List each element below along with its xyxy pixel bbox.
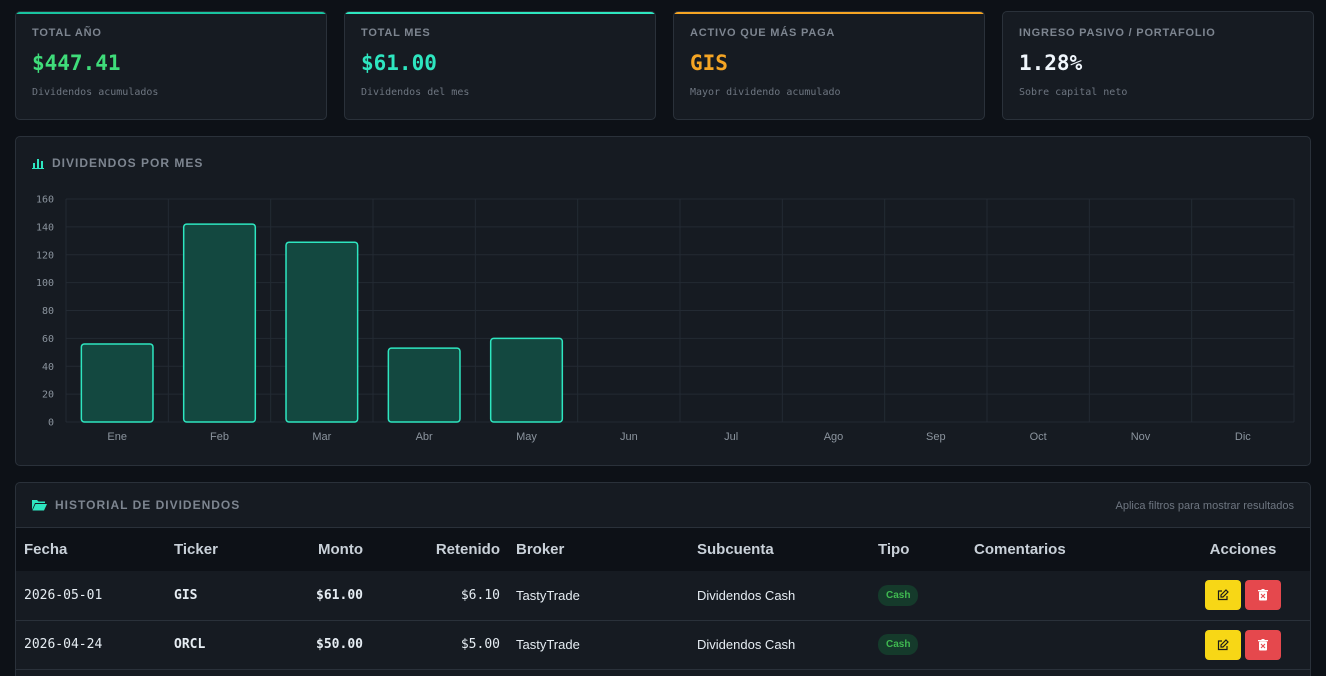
card-label: TOTAL AÑO bbox=[32, 27, 102, 39]
column-header-tipo[interactable]: Tipo bbox=[870, 528, 966, 571]
cell-comentarios bbox=[966, 620, 1176, 669]
y-tick-label: 140 bbox=[36, 222, 54, 233]
x-tick-label: Jul bbox=[724, 431, 738, 443]
card-subtitle: Sobre capital neto bbox=[1019, 87, 1128, 98]
cell-acciones bbox=[1176, 571, 1310, 620]
card-value: GIS bbox=[690, 51, 728, 75]
delete-button[interactable] bbox=[1245, 629, 1281, 660]
edit-button[interactable] bbox=[1205, 580, 1241, 611]
folder-open-icon bbox=[32, 500, 47, 511]
edit-icon bbox=[1217, 638, 1229, 650]
cell-ticker: ORCL bbox=[174, 637, 206, 652]
type-badge: Cash bbox=[878, 634, 919, 655]
table-row: 2026-05-01 GIS $61.00 $6.10 TastyTrade D… bbox=[16, 571, 1310, 620]
x-tick-label: Oct bbox=[1030, 431, 1047, 443]
cell-tipo: Cash bbox=[870, 571, 966, 620]
cell-tipo: Cash bbox=[870, 620, 966, 669]
cell-comentarios bbox=[966, 571, 1176, 620]
cell-subcuenta: Dividendos Cash bbox=[697, 637, 796, 652]
trash-icon bbox=[1258, 638, 1268, 650]
cell-retenido: $6.10 bbox=[460, 587, 500, 603]
column-header-broker[interactable]: Broker bbox=[508, 528, 689, 571]
delete-button[interactable] bbox=[1245, 580, 1281, 611]
cell-ticker: GIS bbox=[174, 587, 198, 603]
y-tick-label: 80 bbox=[42, 306, 54, 317]
filter-hint: Aplica filtros para mostrar resultados bbox=[1115, 500, 1294, 512]
bar bbox=[80, 343, 154, 423]
column-header-acciones: Acciones bbox=[1209, 541, 1277, 558]
x-tick-label: Jun bbox=[620, 431, 638, 443]
x-tick-label: Ago bbox=[824, 431, 844, 443]
cell-retenido: $5.00 bbox=[460, 637, 500, 652]
column-header-ticker[interactable]: Ticker bbox=[166, 528, 266, 571]
y-tick-label: 40 bbox=[42, 362, 54, 373]
x-tick-label: Nov bbox=[1131, 431, 1151, 443]
bar bbox=[387, 347, 461, 423]
chart-title: DIVIDENDOS POR MES bbox=[32, 156, 203, 170]
card-top-asset: ACTIVO QUE MÁS PAGA GIS Mayor dividendo … bbox=[673, 11, 985, 120]
card-subtitle: Dividendos acumulados bbox=[32, 87, 159, 98]
cell-acciones bbox=[1176, 620, 1310, 669]
column-header-fecha[interactable]: Fecha bbox=[16, 528, 166, 571]
card-label: TOTAL MES bbox=[361, 27, 431, 39]
column-header-monto[interactable]: Monto bbox=[266, 528, 371, 571]
x-tick-label: Mar bbox=[312, 431, 331, 443]
kpi-cards: TOTAL AÑO $447.41 Dividendos acumulados … bbox=[15, 11, 1314, 120]
card-passive-income: INGRESO PASIVO / PORTAFOLIO 1.28% Sobre … bbox=[1002, 11, 1314, 120]
table-row: 2026-04-24 ORCL $50.00 $5.00 TastyTrade … bbox=[16, 620, 1310, 669]
x-tick-label: Dic bbox=[1235, 431, 1251, 443]
card-accent-line bbox=[16, 12, 326, 14]
y-tick-label: 160 bbox=[36, 195, 54, 206]
bar bbox=[489, 337, 564, 423]
cell-monto: $61.00 bbox=[316, 587, 363, 603]
cell-broker: TastyTrade bbox=[516, 587, 580, 603]
y-tick-label: 120 bbox=[36, 250, 54, 261]
card-total-year: TOTAL AÑO $447.41 Dividendos acumulados bbox=[15, 11, 327, 120]
column-header-subcuenta[interactable]: Subcuenta bbox=[689, 528, 870, 571]
edit-button[interactable] bbox=[1205, 629, 1241, 660]
x-tick-label: Abr bbox=[416, 431, 433, 443]
y-tick-label: 0 bbox=[48, 418, 54, 429]
card-subtitle: Mayor dividendo acumulado bbox=[690, 87, 841, 98]
card-total-month: TOTAL MES $61.00 Dividendos del mes bbox=[344, 11, 656, 120]
history-header: HISTORIAL DE DIVIDENDOS Aplica filtros p… bbox=[16, 483, 1310, 528]
card-value: $447.41 bbox=[32, 51, 121, 75]
x-tick-label: May bbox=[516, 431, 537, 443]
column-header-retenido[interactable]: Retenido bbox=[371, 528, 508, 571]
cell-subcuenta: Dividendos Cash bbox=[697, 587, 796, 603]
history-title: HISTORIAL DE DIVIDENDOS bbox=[32, 498, 240, 512]
bar-chart-icon bbox=[32, 159, 44, 169]
y-tick-label: 60 bbox=[42, 334, 54, 345]
card-value: 1.28% bbox=[1019, 51, 1083, 75]
bar bbox=[182, 223, 257, 423]
card-label: ACTIVO QUE MÁS PAGA bbox=[690, 27, 836, 39]
cell-broker: TastyTrade bbox=[516, 637, 580, 652]
card-value: $61.00 bbox=[361, 51, 437, 75]
type-badge: Cash bbox=[878, 584, 919, 606]
x-tick-label: Feb bbox=[210, 431, 229, 443]
card-accent-line bbox=[674, 12, 984, 14]
monthly-dividends-chart: 0 20 40 60 80 100 120 140 160 Ene Feb Mar Abr May Jun J… bbox=[36, 195, 1295, 443]
card-accent-line bbox=[345, 12, 655, 14]
dividend-table: Fecha Ticker Monto Retenido Broker Subcu… bbox=[16, 528, 1310, 670]
edit-icon bbox=[1217, 589, 1229, 601]
cell-fecha: 2026-04-24 bbox=[24, 637, 103, 652]
cell-fecha: 2026-05-01 bbox=[24, 587, 103, 603]
table-header-row: Fecha Ticker Monto Retenido Broker Subcu… bbox=[16, 528, 1310, 571]
card-label: INGRESO PASIVO / PORTAFOLIO bbox=[1019, 27, 1216, 39]
y-tick-label: 20 bbox=[42, 390, 54, 401]
card-subtitle: Dividendos del mes bbox=[361, 87, 470, 98]
trash-icon bbox=[1258, 589, 1268, 601]
x-tick-label: Ene bbox=[107, 431, 127, 443]
x-tick-label: Sep bbox=[926, 431, 946, 443]
dividend-history-panel: HISTORIAL DE DIVIDENDOS Aplica filtros p… bbox=[15, 482, 1311, 676]
history-title-text: HISTORIAL DE DIVIDENDOS bbox=[55, 498, 241, 512]
monthly-dividends-panel: 0 20 40 60 80 100 120 140 160 Ene Feb Mar Abr May Jun J… bbox=[15, 136, 1311, 466]
cell-monto: $50.00 bbox=[316, 637, 363, 652]
y-tick-label: 100 bbox=[36, 278, 54, 289]
bar bbox=[285, 241, 359, 423]
column-header-comentarios[interactable]: Comentarios bbox=[966, 528, 1176, 571]
chart-title-text: DIVIDENDOS POR MES bbox=[52, 156, 204, 170]
